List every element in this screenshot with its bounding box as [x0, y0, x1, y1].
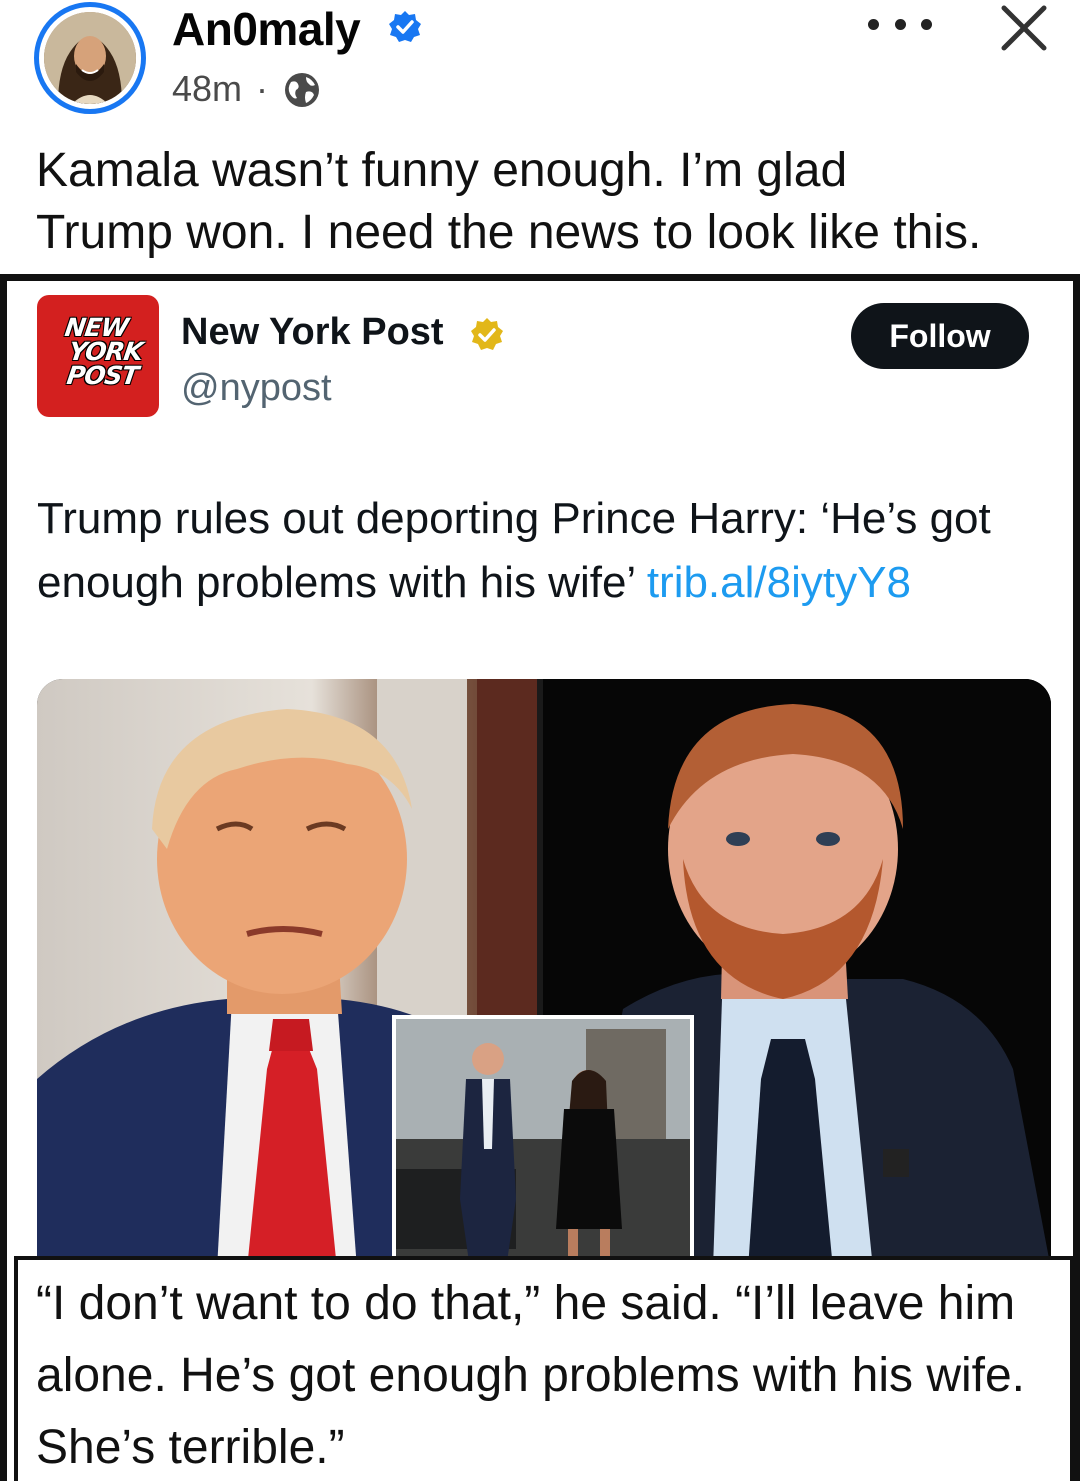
gold-verified-badge-icon	[471, 318, 503, 350]
tweet-image[interactable]	[37, 679, 1051, 1269]
author-avatar[interactable]	[34, 2, 146, 114]
quote-text: “I don’t want to do that,” he said. “I’l…	[36, 1277, 1026, 1474]
screenshot-page: An0maly 48m · Kamala wasn’t funny enough…	[0, 0, 1080, 1481]
post-caption-line: Trump won. I need the news to look like …	[36, 206, 982, 259]
globe-icon	[285, 73, 319, 107]
close-icon[interactable]	[998, 2, 1050, 54]
logo-text: YORK	[67, 337, 145, 366]
logo-text: NEW	[63, 313, 130, 342]
quote-caption-box: “I don’t want to do that,” he said. “I’l…	[14, 1256, 1074, 1481]
avatar-photo	[44, 12, 136, 104]
post-caption: Kamala wasn’t funny enough. I’m glad Tru…	[36, 140, 1056, 264]
tweet-account-name[interactable]: New York Post	[181, 311, 444, 354]
verified-badge-icon	[389, 11, 421, 42]
post-timestamp[interactable]: 48m	[172, 68, 242, 110]
nypost-logo[interactable]: NEW YORK POST	[37, 295, 159, 417]
tweet-handle[interactable]: @nypost	[181, 367, 332, 410]
post-header: An0maly 48m ·	[0, 0, 1080, 130]
author-name[interactable]: An0maly	[172, 2, 361, 56]
post-caption-line: Kamala wasn’t funny enough. I’m glad	[36, 144, 848, 197]
tweet-link[interactable]: trib.al/8iytyY8	[647, 558, 911, 607]
follow-button[interactable]: Follow	[851, 303, 1029, 369]
logo-text: POST	[65, 361, 140, 390]
harry-meghan-inset-photo	[392, 1015, 694, 1269]
tweet-text: Trump rules out deporting Prince Harry: …	[37, 487, 1067, 615]
more-options-icon[interactable]	[868, 2, 932, 46]
meta-separator: ·	[256, 68, 268, 109]
